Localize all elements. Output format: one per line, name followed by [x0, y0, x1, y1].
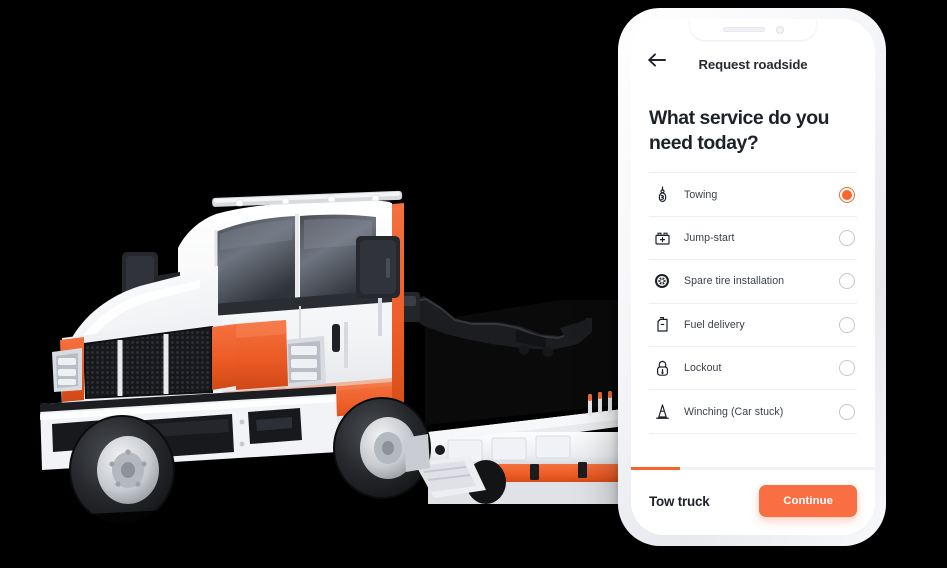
radio-jump-start[interactable]	[839, 230, 855, 247]
tow-truck-illustration	[0, 0, 640, 563]
service-option-lockout[interactable]: Lockout	[649, 346, 857, 389]
footer-action-row: Tow truck Continue	[631, 485, 875, 517]
radio-fuel-delivery[interactable]	[839, 316, 855, 333]
service-options-list: Towing Jump-start Spare tire installatio…	[631, 172, 875, 466]
service-option-winching[interactable]: Winching (Car stuck)	[649, 389, 857, 434]
service-label: Lockout	[684, 362, 722, 375]
back-button[interactable]	[647, 47, 673, 73]
service-option-towing[interactable]: Towing	[649, 172, 857, 215]
arrow-left-icon	[648, 53, 666, 67]
service-label: Spare tire installation	[684, 275, 785, 288]
radio-towing[interactable]	[839, 186, 855, 203]
vehicle-type-label: Tow truck	[649, 493, 710, 509]
service-option-jump-start[interactable]: Jump-start	[649, 215, 857, 259]
front-camera-icon	[775, 25, 784, 34]
tire-wheel-icon	[649, 273, 675, 289]
padlock-icon	[649, 360, 675, 377]
traffic-cone-icon	[649, 403, 675, 420]
tow-truck-svg	[30, 190, 632, 541]
radio-lockout[interactable]	[839, 360, 855, 377]
service-label: Winching (Car stuck)	[684, 405, 784, 418]
service-label: Jump-start	[684, 232, 735, 245]
progress-bar-fill	[631, 466, 680, 470]
tow-hook-icon	[649, 186, 675, 203]
car-battery-icon	[649, 231, 675, 246]
screenshot-stage: Request roadside What service do you nee…	[0, 0, 947, 563]
phone-screen: Request roadside What service do you nee…	[631, 19, 875, 535]
earpiece-speaker-icon	[722, 27, 765, 32]
service-option-spare-tire[interactable]: Spare tire installation	[649, 259, 857, 302]
continue-button[interactable]: Continue	[759, 485, 857, 517]
question-heading: What service do you need today?	[649, 107, 830, 155]
service-option-fuel-delivery[interactable]: Fuel delivery	[649, 302, 857, 346]
service-label: Fuel delivery	[684, 318, 745, 331]
phone-notch	[690, 19, 816, 40]
progress-bar	[631, 466, 875, 470]
service-label: Towing	[684, 188, 718, 201]
radio-winching[interactable]	[839, 403, 855, 420]
radio-spare-tire[interactable]	[839, 273, 855, 290]
phone-mockup: Request roadside What service do you nee…	[618, 8, 886, 546]
app-footer: Tow truck Continue	[631, 466, 875, 535]
fuel-can-icon	[649, 316, 675, 333]
